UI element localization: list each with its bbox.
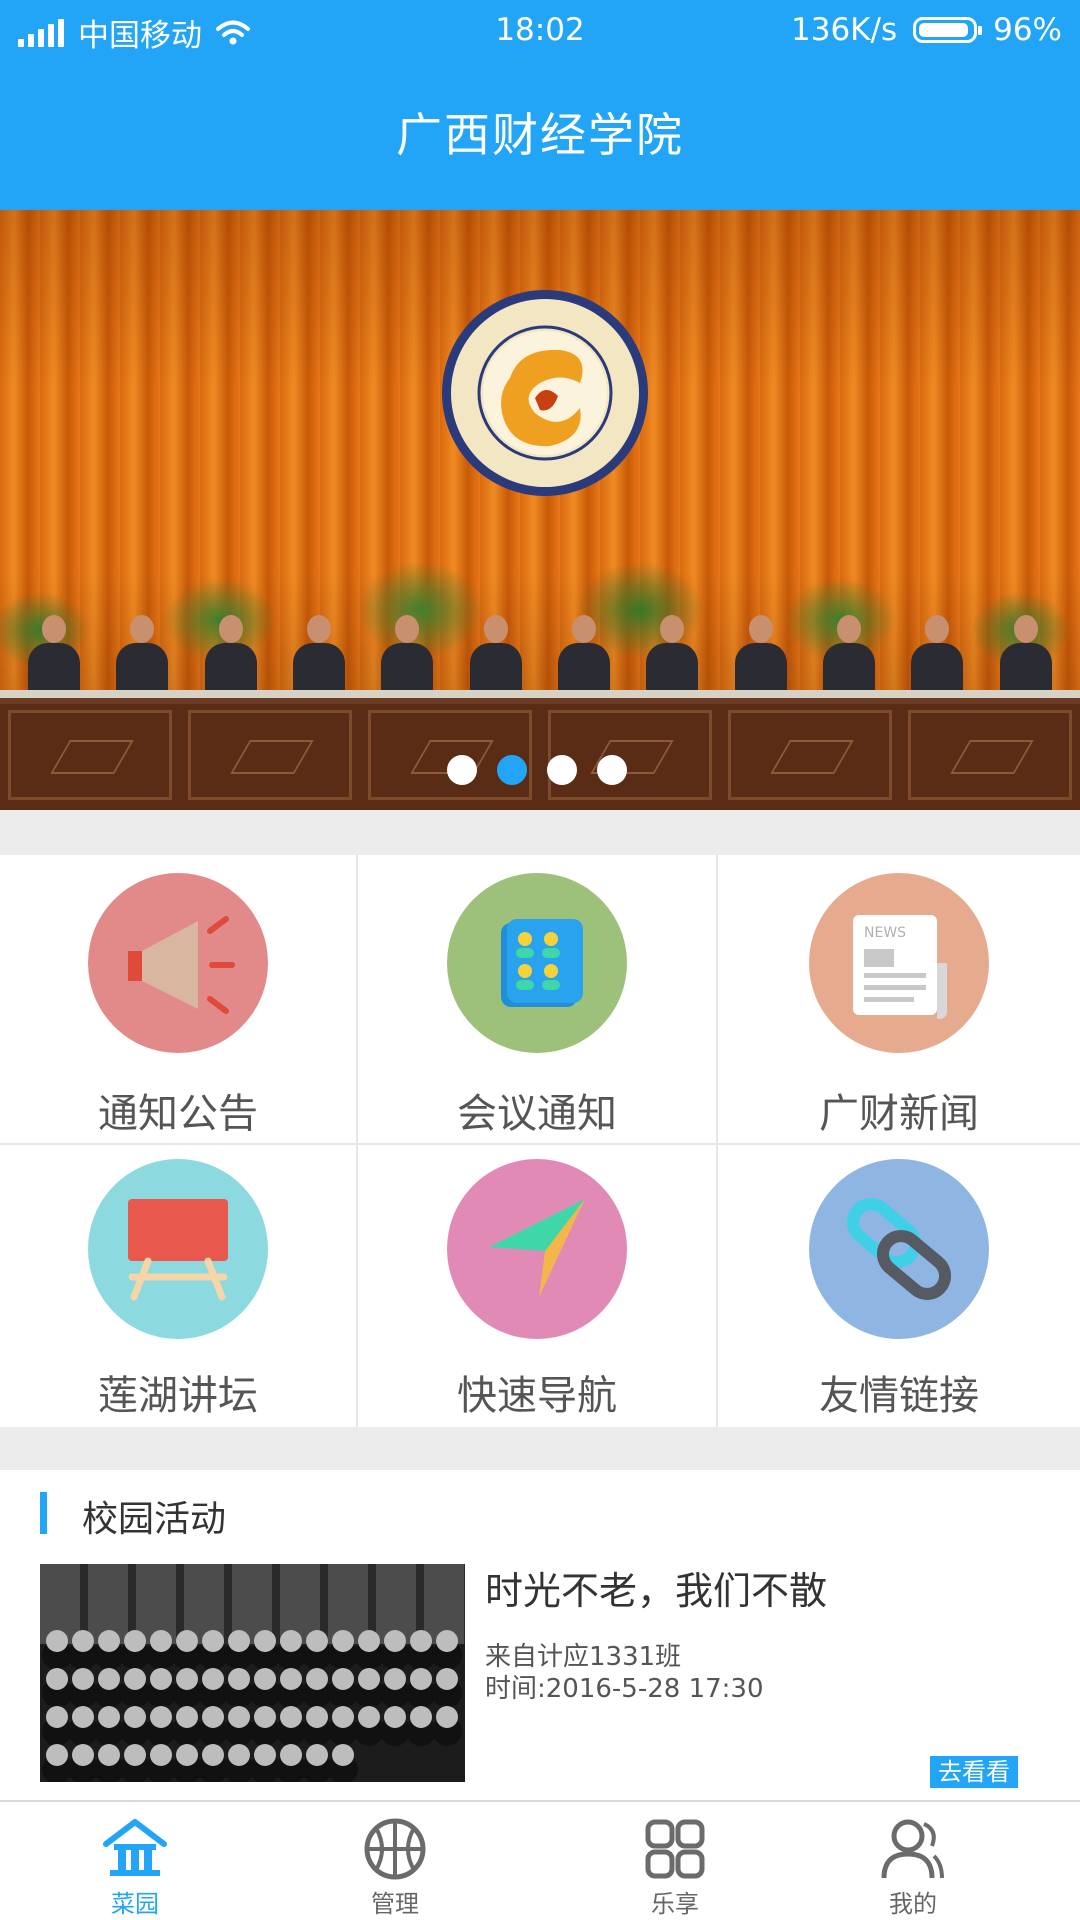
carousel-dot[interactable] — [547, 755, 577, 785]
megaphone-icon — [88, 873, 268, 1053]
navigation-arrow-icon — [447, 1159, 627, 1339]
grid-item-forum[interactable]: 莲湖讲坛 — [0, 1145, 358, 1427]
home-icon — [103, 1819, 167, 1876]
nav-item-manage[interactable]: 管理 — [315, 1816, 475, 1919]
carousel-dot[interactable] — [447, 755, 477, 785]
battery-icon — [913, 17, 983, 43]
apps-grid-icon — [645, 1819, 705, 1879]
grid-item-meeting[interactable]: 会议通知 — [358, 855, 718, 1145]
officials-row — [0, 615, 1080, 695]
banner-carousel[interactable] — [0, 210, 1080, 810]
grid-item-label: 广财新闻 — [819, 1091, 979, 1137]
profile-icon — [881, 1819, 944, 1879]
nav-label: 乐享 — [651, 1890, 699, 1918]
grid-item-navigation[interactable]: 快速导航 — [358, 1145, 718, 1427]
blackboard-icon — [88, 1159, 268, 1339]
activity-title[interactable]: 时光不老，我们不散 — [485, 1560, 827, 1615]
nav-label: 管理 — [371, 1890, 419, 1918]
bottom-nav: 菜园 管理 乐享 我的 — [0, 1800, 1080, 1920]
page-title: 广西财经学院 — [0, 60, 1080, 210]
carousel-dot[interactable] — [597, 755, 627, 785]
status-bar: 中国移动 18:02 136K/s 96% — [0, 0, 1080, 60]
activity-time: 时间:2016-5-28 17:30 — [485, 1674, 764, 1704]
campus-activity-section: 校园活动 时光不老，我们不散 来自计应1331班 时间:2016-5-28 17… — [0, 1470, 1080, 1800]
nav-label: 菜园 — [111, 1890, 159, 1918]
grid-item-label: 莲湖讲坛 — [98, 1373, 258, 1419]
grid-item-label: 通知公告 — [98, 1091, 258, 1137]
newspaper-icon: NEWS — [809, 873, 989, 1053]
carousel-indicators[interactable] — [447, 755, 627, 785]
view-activity-button[interactable]: 去看看 — [930, 1756, 1018, 1788]
basketball-icon — [364, 1818, 426, 1880]
section-accent-bar — [40, 1492, 47, 1534]
university-emblem — [442, 290, 648, 496]
grid-item-label: 快速导航 — [457, 1373, 617, 1419]
feature-grid: 通知公告 会议通知 NEWS 广财新闻 莲湖讲坛 快速导航 友情链接 — [0, 855, 1080, 1427]
meeting-icon — [447, 873, 627, 1053]
activity-thumbnail[interactable] — [40, 1564, 465, 1782]
link-icon — [809, 1159, 989, 1339]
grid-item-news[interactable]: NEWS 广财新闻 — [718, 855, 1080, 1145]
grid-item-notice[interactable]: 通知公告 — [0, 855, 358, 1145]
nav-item-share[interactable]: 乐享 — [595, 1816, 755, 1919]
nav-label: 我的 — [889, 1890, 937, 1918]
svg-text:NEWS: NEWS — [864, 925, 906, 941]
grid-item-links[interactable]: 友情链接 — [718, 1145, 1080, 1427]
grid-item-label: 友情链接 — [819, 1373, 979, 1419]
nav-item-home[interactable]: 菜园 — [55, 1816, 215, 1919]
battery-percent: 96% — [993, 12, 1062, 48]
network-speed: 136K/s — [791, 12, 898, 48]
carousel-dot-active[interactable] — [497, 755, 527, 785]
nav-item-profile[interactable]: 我的 — [833, 1816, 993, 1919]
grid-item-label: 会议通知 — [457, 1091, 617, 1137]
section-title: 校园活动 — [82, 1499, 227, 1540]
